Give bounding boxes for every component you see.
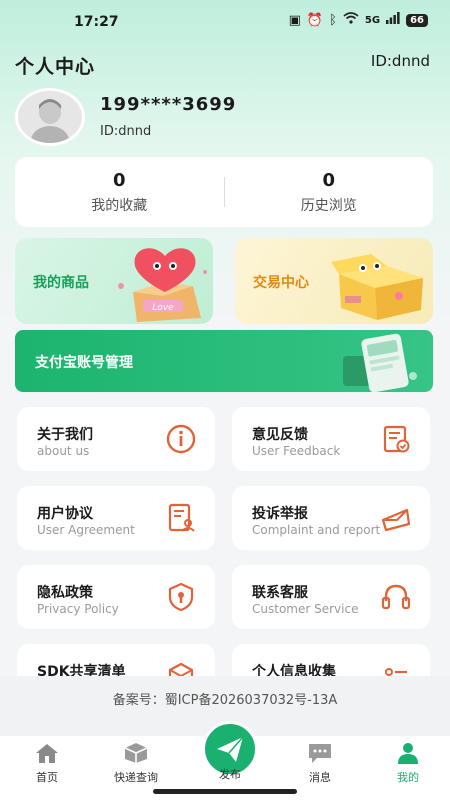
signal-icon <box>386 12 400 28</box>
tab-mine-label: 我的 <box>397 771 419 784</box>
network-label: 5G <box>364 14 381 26</box>
agreement-icon <box>168 503 195 532</box>
home-indicator <box>153 789 297 794</box>
profile-phone: 199****3699 <box>100 94 237 115</box>
feedback-item[interactable]: 意见反馈 User Feedback <box>232 407 430 471</box>
tab-mine[interactable]: 我的 <box>378 742 438 785</box>
complaint-title: 投诉举报 <box>252 506 308 522</box>
love-tag-text: Love <box>152 303 174 313</box>
tab-express[interactable]: 快递查询 <box>106 742 166 785</box>
user-agreement-item[interactable]: 用户协议 User Agreement <box>17 486 215 550</box>
favorites-stat[interactable]: 0 我的收藏 <box>15 170 224 215</box>
about-us-title: 关于我们 <box>37 427 93 443</box>
headset-icon <box>381 584 411 610</box>
tab-messages[interactable]: 消息 <box>290 742 350 785</box>
trade-center-label: 交易中心 <box>253 275 309 291</box>
battery-indicator: 66 <box>406 13 428 27</box>
payment-phone-illustration <box>343 333 417 392</box>
feedback-subtitle: User Feedback <box>252 444 341 458</box>
avatar[interactable] <box>15 88 85 146</box>
shield-lock-icon <box>168 582 194 612</box>
profile-id: ID:dnnd <box>100 124 152 139</box>
privacy-policy-title: 隐私政策 <box>37 585 93 601</box>
message-icon <box>309 744 331 763</box>
customer-service-item[interactable]: 联系客服 Customer Service <box>232 565 430 629</box>
package-icon <box>124 743 148 763</box>
feedback-title: 意见反馈 <box>252 427 308 443</box>
box-illustration <box>331 254 423 320</box>
about-us-item[interactable]: 关于我们 about us <box>17 407 215 471</box>
status-time: 17:27 <box>74 14 119 30</box>
page-title: 个人中心 <box>15 56 96 78</box>
tab-home[interactable]: 首页 <box>17 742 77 785</box>
customer-service-title: 联系客服 <box>252 585 308 601</box>
my-goods-tile[interactable]: 我的商品 Love <box>15 238 213 324</box>
user-icon <box>398 743 418 764</box>
trade-center-tile[interactable]: 交易中心 <box>235 238 433 324</box>
favorites-label: 我的收藏 <box>91 197 148 214</box>
customer-service-subtitle: Customer Service <box>252 602 359 616</box>
bluetooth-icon: ᛒ <box>329 12 337 28</box>
complaint-item[interactable]: 投诉举报 Complaint and report <box>232 486 430 550</box>
heart-box-illustration: Love <box>118 248 207 322</box>
publish-label: 发布 <box>219 768 241 781</box>
feedback-icon <box>383 425 410 453</box>
about-us-subtitle: about us <box>37 444 90 458</box>
complaint-subtitle: Complaint and report <box>252 523 381 537</box>
tab-express-label: 快递查询 <box>114 771 158 784</box>
history-label: 历史浏览 <box>300 197 357 214</box>
history-stat[interactable]: 0 历史浏览 <box>225 170 434 215</box>
complaint-icon <box>381 508 411 532</box>
wifi-icon <box>343 12 359 28</box>
status-icons: ▣ ⏰ ᛒ 5G 66 <box>289 12 428 28</box>
alipay-label: 支付宝账号管理 <box>35 355 133 371</box>
history-count: 0 <box>322 169 336 191</box>
tab-messages-label: 消息 <box>309 771 331 784</box>
nfc-icon: ▣ <box>288 12 301 28</box>
info-icon <box>166 424 196 454</box>
alipay-account-button[interactable]: 支付宝账号管理 <box>15 330 433 392</box>
header-user-id: ID:dnnd <box>370 52 430 70</box>
privacy-policy-item[interactable]: 隐私政策 Privacy Policy <box>17 565 215 629</box>
user-agreement-subtitle: User Agreement <box>37 523 135 537</box>
tab-home-label: 首页 <box>36 771 58 784</box>
icp-record: 备案号：蜀ICP备2026037032号-13A <box>112 693 338 708</box>
favorites-count: 0 <box>112 169 126 191</box>
my-goods-label: 我的商品 <box>33 275 89 291</box>
user-agreement-title: 用户协议 <box>37 506 93 522</box>
privacy-policy-subtitle: Privacy Policy <box>37 602 119 616</box>
alarm-icon: ⏰ <box>306 12 324 28</box>
stats-card: 0 我的收藏 0 历史浏览 <box>15 157 433 227</box>
home-icon <box>36 744 58 763</box>
